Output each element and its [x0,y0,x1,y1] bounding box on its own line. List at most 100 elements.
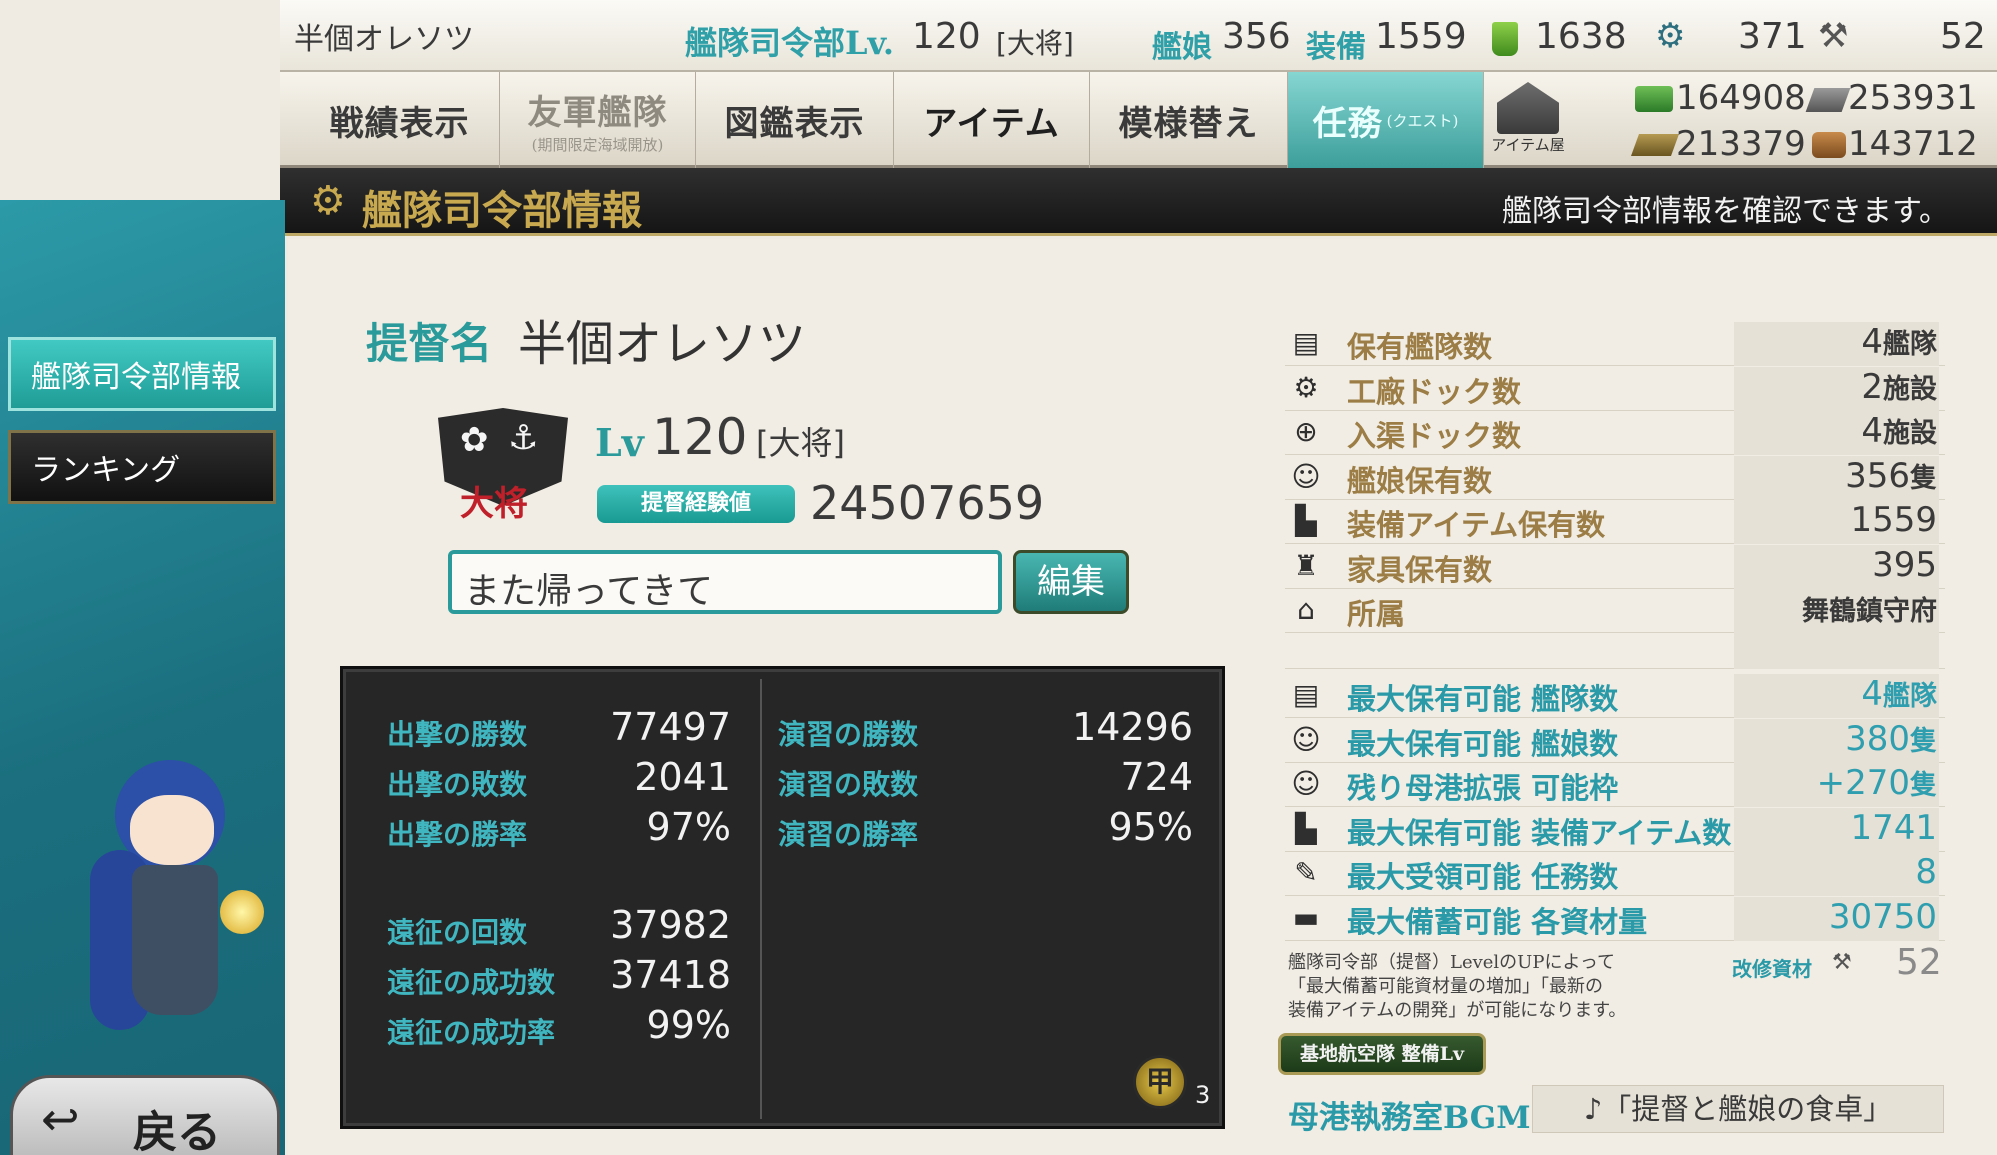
sortie-wins-value: 77497 [610,705,731,749]
expedition-count-label: 遠征の回数 [387,916,528,949]
sidebar-item-ranking[interactable]: ランキング [8,430,276,504]
stats-divider [760,679,762,1119]
back-arrow-icon: ↩ [41,1092,80,1146]
bgm-selector[interactable]: ♪「提督と艦娘の食卓」 [1532,1085,1944,1133]
capacity-label: 最大保有可能 艦隊数 [1347,682,1619,716]
port-icon: ☺ [1291,767,1321,800]
steel-icon [1630,134,1680,156]
hq-level-label: 艦隊司令部Lv. [685,24,895,62]
owned-value: 2施設 [1734,366,1939,411]
tab-friend-fleet-label: 友軍艦隊 [527,93,668,133]
capacity-value: 4艦隊 [1734,674,1939,718]
fuel-count: 164908 [1676,78,1806,118]
admiral-rank: [大将] [756,424,845,462]
ships-count: 356 [1222,16,1291,57]
owned-label: 艦娘保有数 [1347,463,1493,498]
fleet-icon: ▤ [1292,678,1320,711]
capacity-value: 8 [1734,852,1939,896]
admiral-name: 半個オレソツ [518,316,807,372]
tab-furniture[interactable]: 模様替え [1090,72,1288,168]
table-spacer-row [1285,633,1945,669]
owned-value: 4施設 [1734,411,1939,455]
player-name: 半個オレソツ [294,22,474,57]
admiral-name-label: 提督名 [366,319,493,368]
pvp-losses-label: 演習の敗数 [778,768,919,801]
sortie-rate-value: 97% [646,805,731,849]
comment-field[interactable]: また帰ってきて [448,550,1002,614]
tab-album-label: 図鑑表示 [724,103,865,144]
section-title-bar: ⚙ 艦隊司令部情報 艦隊司令部情報を確認できます。 [280,168,1997,236]
sidebar-item-ranking-label: ランキング [31,453,181,488]
base-air-corps-button[interactable]: 基地航空隊 整備Lv [1278,1033,1486,1075]
capacity-row: ▬ 最大備蓄可能 各資材量 30750 [1285,896,1945,941]
capacity-value: +270隻 [1734,763,1939,807]
capacity-unit: 艦隊 [1883,681,1937,712]
medal-icon: 甲 [1133,1055,1187,1109]
owned-row: ♜ 家具保有数 395 [1285,544,1945,589]
hq-rank: [大将] [996,27,1074,60]
bucket-count: 1638 [1535,16,1627,57]
tab-item[interactable]: アイテム [894,72,1090,168]
devmat-count: 371 [1738,16,1807,57]
capacity-row: ☺ 最大保有可能 艦娘数 380隻 [1285,718,1945,763]
medal-count: 3 [1195,1081,1211,1109]
ammo-count: 253931 [1848,78,1978,118]
bauxite-icon [1812,132,1846,158]
owned-unit: 艦隊 [1883,329,1937,360]
bauxite-count: 143712 [1848,124,1978,164]
level-note-line2: 「最大備蓄可能資材量の増加」「最新の [1288,976,1603,997]
admiral-level: 120 [652,408,748,466]
sidebar-item-hq-info-label: 艦隊司令部情報 [31,360,241,395]
pvp-rate-label: 演習の勝率 [778,818,919,851]
owned-row: ⌂ 所属 舞鶴鎮守府 [1285,589,1945,633]
battle-stats-panel: 出撃の勝数 77497 出撃の敗数 2041 出撃の勝率 97% 演習の勝数 1… [340,666,1225,1129]
owned-label: 入渠ドック数 [1347,419,1522,453]
base-icon: ⌂ [1297,593,1315,626]
back-button[interactable]: ↩ 戻る [10,1075,280,1155]
equip-label: 装備 [1306,30,1366,65]
capacity-number: 380 [1845,718,1910,759]
character-mascot [60,740,264,1070]
owned-value: 395 [1734,544,1939,589]
tab-friend-fleet[interactable]: 友軍艦隊 (期間限定海域開放) [500,72,696,168]
sortie-losses-label: 出撃の敗数 [387,768,528,801]
pvp-losses-value: 724 [1120,755,1193,799]
repair-icon: ⊕ [1294,415,1318,448]
hq-level: 120 [912,16,981,57]
capacity-number: 8 [1915,852,1937,892]
furniture-icon: ♜ [1293,548,1319,582]
capacity-value: 380隻 [1734,718,1939,763]
owned-label: 保有艦隊数 [1347,330,1493,364]
quill-icon: ✎ [1294,856,1318,889]
equipment-icon: ▙ [1295,811,1317,845]
section-title: 艦隊司令部情報 [362,187,642,234]
capacity-number: 1741 [1850,807,1937,848]
capacity-unit: 隻 [1910,725,1937,757]
edit-button[interactable]: 編集 [1013,550,1129,614]
owned-unit: 施設 [1883,373,1937,405]
exp-badge: 提督経験値 [597,485,795,523]
bucket-icon [1492,22,1518,56]
tab-quest-label: 任務 [1312,103,1383,144]
tab-record-label: 戦績表示 [329,103,470,144]
owned-value: 舞鶴鎮守府 [1734,589,1939,633]
capacity-row: ☺ 残り母港拡張 可能枠 +270隻 [1285,763,1945,807]
ships-label: 艦娘 [1152,30,1212,65]
capacity-row: ▤ 最大保有可能 艦隊数 4艦隊 [1285,674,1945,718]
owned-number: 4 [1861,322,1883,362]
owned-number: 1559 [1850,500,1937,540]
owned-row: ⊕ 入渠ドック数 4施設 [1285,411,1945,455]
owned-label: 装備アイテム保有数 [1347,508,1606,542]
tab-album[interactable]: 図鑑表示 [696,72,894,168]
item-shop-button[interactable]: アイテム屋 [1488,78,1568,164]
improve-material-icon: ⚒ [1832,950,1852,975]
capacity-label: 最大受領可能 任務数 [1347,860,1619,894]
pvp-rate-value: 95% [1108,805,1193,849]
tab-quest[interactable]: 任務 (クエスト) [1288,72,1484,168]
sidebar-item-hq-info[interactable]: 艦隊司令部情報 [8,337,276,411]
tab-record[interactable]: 戦績表示 [300,72,500,168]
owned-value: 356隻 [1734,455,1939,500]
shop-icon [1497,82,1559,134]
fleet-icon: ▤ [1292,326,1320,359]
gear-icon: ⚙ [310,178,346,224]
